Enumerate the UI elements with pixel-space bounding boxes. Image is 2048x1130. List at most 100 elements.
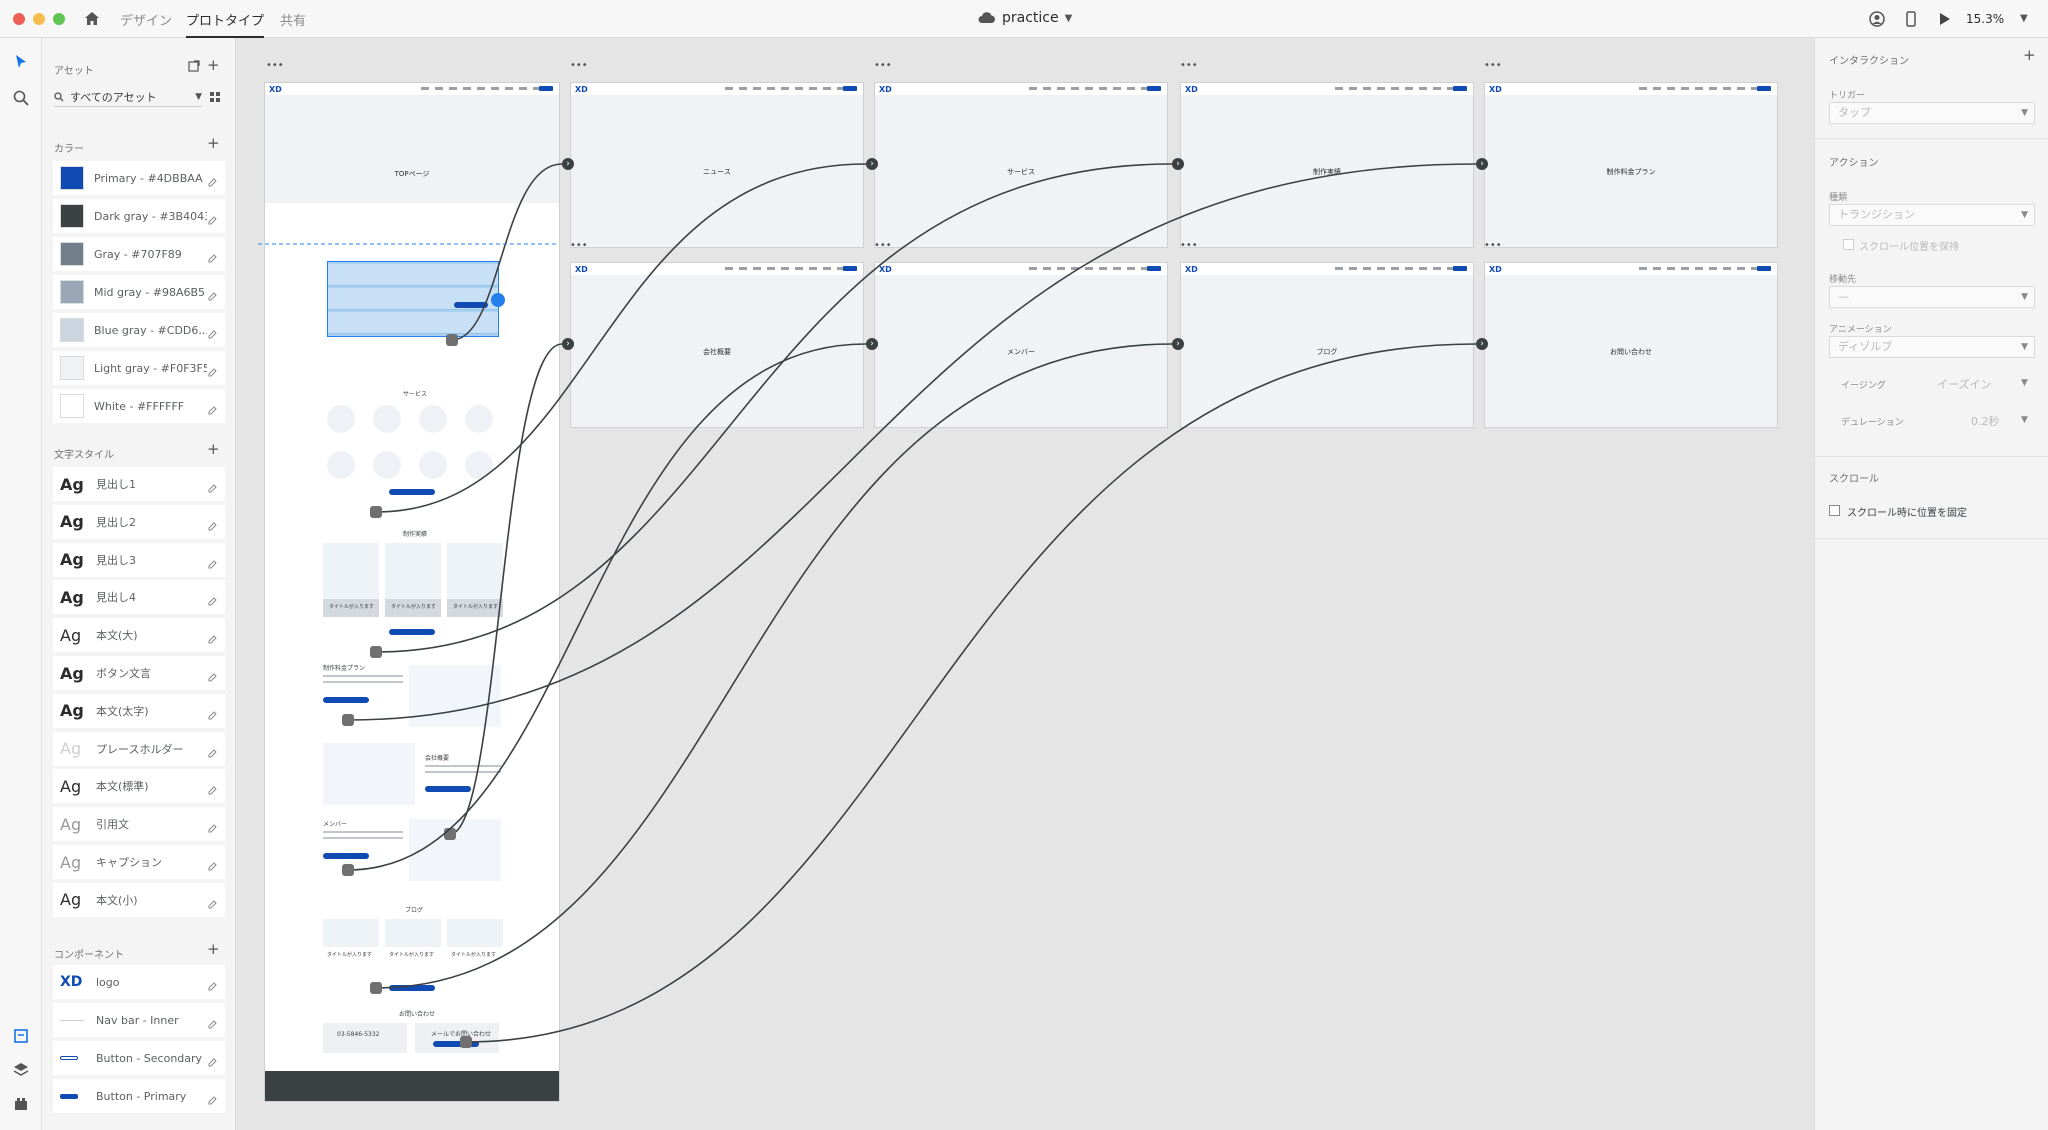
tab-share[interactable]: 共有 — [280, 10, 306, 38]
chevron-down-icon[interactable]: ▼ — [2020, 13, 2028, 24]
color-asset-row[interactable]: Blue gray - #CDD6... — [53, 313, 225, 347]
tab-design[interactable]: デザイン — [120, 10, 172, 38]
component-row[interactable]: Button - Primary — [53, 1079, 225, 1113]
trigger-select[interactable]: タップ ▼ — [1829, 102, 2035, 124]
wire-handle[interactable] — [370, 646, 382, 658]
text-style-row[interactable]: Ag 見出し2 — [53, 504, 225, 539]
text-style-row[interactable]: Ag 見出し1 — [53, 467, 225, 501]
device-preview-icon[interactable] — [1903, 11, 1919, 27]
close-window-button[interactable] — [13, 13, 25, 25]
text-style-row[interactable]: Ag プレースホルダー — [53, 731, 225, 766]
add-icon[interactable]: + — [207, 56, 220, 74]
component-row[interactable]: Button - Secondary — [53, 1041, 225, 1075]
type-select[interactable]: トランジション ▼ — [1829, 204, 2035, 226]
keep-scroll-checkbox[interactable] — [1843, 239, 1854, 250]
minimize-window-button[interactable] — [33, 13, 45, 25]
edit-icon[interactable] — [207, 173, 217, 187]
edit-icon[interactable] — [207, 668, 217, 682]
component-row[interactable]: Nav bar - Inner — [53, 1003, 225, 1037]
assets-panel-icon[interactable] — [11, 1026, 31, 1046]
edit-icon[interactable] — [207, 1053, 217, 1067]
color-asset-row[interactable]: Gray - #707F89 — [53, 237, 225, 271]
wire-handle[interactable] — [342, 714, 354, 726]
layers-icon[interactable] — [11, 1060, 31, 1080]
grid-view-icon[interactable] — [210, 92, 220, 102]
color-asset-row[interactable]: Dark gray - #3B4043 — [53, 199, 225, 233]
wire-handle[interactable] — [446, 334, 458, 346]
zoom-level[interactable]: 15.3% — [1966, 12, 2004, 26]
edit-icon[interactable] — [207, 211, 217, 225]
edit-icon[interactable] — [207, 592, 217, 606]
wire-connector[interactable] — [347, 343, 867, 871]
wire-handle[interactable] — [370, 982, 382, 994]
text-style-row[interactable]: Ag 見出し3 — [53, 542, 225, 577]
color-asset-row[interactable]: Primary - #4DBBAA — [53, 161, 225, 195]
text-style-row[interactable]: Ag 引用文 — [53, 807, 225, 842]
add-component-icon[interactable]: + — [207, 940, 220, 958]
wire-handle[interactable] — [460, 1036, 472, 1048]
wire-connector[interactable] — [465, 343, 1477, 1043]
user-icon[interactable] — [1869, 11, 1885, 27]
edit-icon[interactable] — [207, 249, 217, 263]
edit-icon[interactable] — [207, 1015, 217, 1029]
chevron-down-icon[interactable]: ▼ — [2021, 415, 2028, 425]
edit-icon[interactable] — [207, 630, 217, 644]
edit-icon[interactable] — [207, 1091, 217, 1105]
wire-connector[interactable] — [451, 163, 563, 341]
color-asset-row[interactable]: Mid gray - #98A6B5 — [53, 275, 225, 309]
text-style-row[interactable]: Ag 見出し4 — [53, 580, 225, 615]
wire-connector[interactable] — [347, 163, 1477, 721]
select-arrow-icon[interactable] — [11, 52, 31, 72]
text-style-row[interactable]: Ag 本文(標準) — [53, 769, 225, 804]
maximize-window-button[interactable] — [53, 13, 65, 25]
add-text-style-icon[interactable]: + — [207, 440, 220, 458]
edit-icon[interactable] — [207, 479, 217, 493]
active-wire-handle[interactable] — [491, 293, 505, 307]
edit-icon[interactable] — [207, 857, 217, 871]
edit-icon[interactable] — [207, 781, 217, 795]
colors-title: カラー — [54, 144, 84, 155]
edit-icon[interactable] — [207, 401, 217, 415]
add-color-icon[interactable]: + — [207, 134, 220, 152]
edit-icon[interactable] — [207, 706, 217, 720]
text-style-row[interactable]: Ag 本文(大) — [53, 618, 225, 653]
text-style-row[interactable]: Ag 本文(太字) — [53, 693, 225, 728]
animation-select[interactable]: ディゾルブ ▼ — [1829, 336, 2035, 358]
document-title[interactable]: practice ▼ — [978, 10, 1072, 26]
component-row[interactable]: XD logo — [53, 965, 225, 999]
chevron-down-icon[interactable]: ▼ — [2021, 378, 2028, 388]
asset-filter-select[interactable]: すべてのアセット ▼ — [54, 87, 202, 107]
text-style-row[interactable]: Ag ボタン文言 — [53, 656, 225, 690]
edit-icon[interactable] — [207, 977, 217, 991]
wire-connector[interactable] — [375, 163, 1173, 653]
text-style-row[interactable]: Ag キャプション — [53, 845, 225, 879]
tab-prototype[interactable]: プロトタイプ — [186, 10, 265, 38]
duration-value[interactable]: 0.2秒 — [1971, 413, 2000, 429]
new-window-icon[interactable] — [188, 60, 200, 72]
color-swatch — [60, 280, 84, 304]
add-interaction-icon[interactable]: + — [2023, 46, 2036, 64]
play-icon[interactable] — [1936, 11, 1952, 27]
color-asset-row[interactable]: White - #FFFFFF — [53, 389, 225, 423]
plugins-icon[interactable] — [11, 1094, 31, 1114]
text-style-preview: Ag — [60, 550, 84, 570]
edit-icon[interactable] — [207, 363, 217, 377]
color-asset-row[interactable]: Light gray - #F0F3F5 — [53, 351, 225, 385]
edit-icon[interactable] — [207, 287, 217, 301]
wire-handle[interactable] — [370, 506, 382, 518]
edit-icon[interactable] — [207, 517, 217, 531]
easing-value[interactable]: イーズイン — [1937, 376, 1991, 392]
edit-icon[interactable] — [207, 819, 217, 833]
edit-icon[interactable] — [207, 555, 217, 569]
text-style-row[interactable]: Ag 本文(小) — [53, 882, 225, 917]
destination-select[interactable]: — ▼ — [1829, 286, 2035, 308]
design-canvas[interactable]: ••• XD TOPページ サービス 制作実績 制作料金プラン 会社概要 メンバ… — [236, 38, 1814, 1130]
edit-icon[interactable] — [207, 325, 217, 339]
search-icon[interactable] — [11, 88, 31, 108]
wire-handle[interactable] — [342, 864, 354, 876]
edit-icon[interactable] — [207, 744, 217, 758]
edit-icon[interactable] — [207, 895, 217, 909]
fix-scroll-checkbox[interactable] — [1829, 505, 1840, 516]
home-icon[interactable] — [83, 10, 101, 28]
wire-connector[interactable] — [375, 343, 1173, 989]
